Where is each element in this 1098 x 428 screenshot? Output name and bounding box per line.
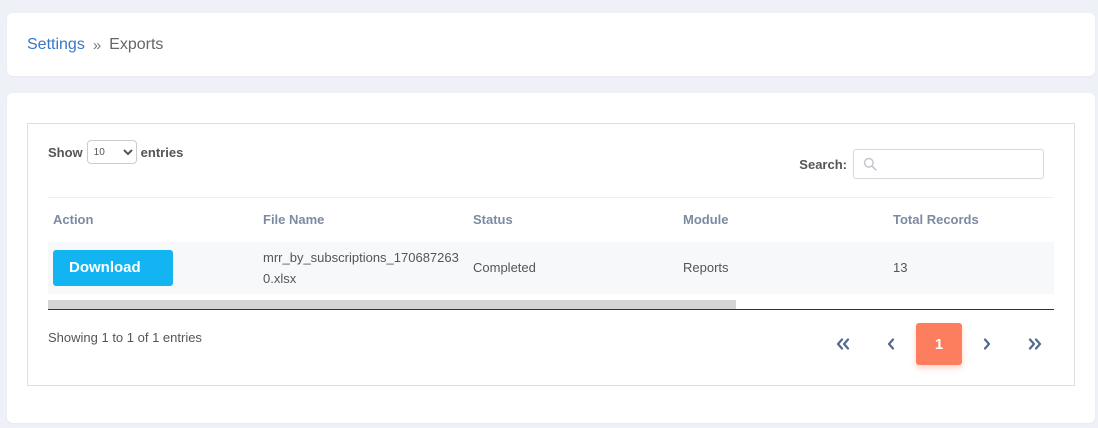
table-bottom-border — [48, 309, 1054, 310]
file-name: mrr_by_subscriptions_1706872630.xlsx — [263, 249, 459, 286]
exports-table: Action File Name Status Module Total Rec… — [48, 197, 1054, 294]
search-label: Search: — [799, 156, 847, 172]
exports-card: Show 10 entries Search: Action File Name… — [7, 93, 1095, 423]
double-chevron-right-icon — [1028, 338, 1042, 350]
status-cell: Completed — [473, 260, 536, 275]
breadcrumb-separator: » — [92, 36, 102, 54]
table-header-row: Action File Name Status Module Total Rec… — [48, 197, 1054, 242]
table-row: Download mrr_by_subscriptions_1706872630… — [48, 241, 1054, 294]
double-chevron-left-icon — [836, 338, 850, 350]
breadcrumb-card: Settings » Exports — [7, 13, 1095, 76]
page-1-button[interactable]: 1 — [916, 323, 962, 365]
search-box — [853, 149, 1044, 179]
exports-table-panel: Show 10 entries Search: Action File Name… — [27, 123, 1075, 386]
previous-page-button[interactable] — [868, 323, 914, 365]
column-header-status[interactable]: Status — [468, 197, 678, 242]
breadcrumb-current: Exports — [109, 36, 164, 53]
first-page-button[interactable] — [820, 323, 866, 365]
scrollbar-thumb[interactable] — [48, 300, 736, 309]
entries-label: entries — [140, 144, 184, 160]
page-length-control: Show 10 entries — [48, 140, 183, 164]
column-header-file-name[interactable]: File Name — [258, 197, 468, 242]
table-info: Showing 1 to 1 of 1 entries — [48, 330, 202, 345]
action-cell: Download — [48, 242, 258, 294]
next-page-button[interactable] — [964, 323, 1010, 365]
horizontal-scrollbar[interactable] — [48, 300, 1054, 310]
total-records-cell: 13 — [893, 260, 908, 275]
chevron-right-icon — [983, 338, 991, 350]
module-cell: Reports — [683, 260, 729, 275]
column-header-total-records[interactable]: Total Records — [888, 197, 1054, 242]
search-icon — [863, 157, 877, 174]
search-input[interactable] — [854, 150, 1043, 178]
column-header-action[interactable]: Action — [48, 197, 258, 242]
file-name-cell: mrr_by_subscriptions_1706872630.xlsx — [258, 242, 468, 294]
search-control: Search: — [799, 149, 1044, 179]
chevron-left-icon — [887, 338, 895, 350]
page-length-select[interactable]: 10 — [86, 140, 137, 164]
last-page-button[interactable] — [1012, 323, 1058, 365]
pagination: 1 — [818, 323, 1058, 365]
column-header-module[interactable]: Module — [678, 197, 888, 242]
download-button[interactable]: Download — [53, 249, 173, 286]
breadcrumb: Settings » Exports — [27, 36, 163, 54]
breadcrumb-settings-link[interactable]: Settings — [27, 36, 85, 54]
show-label: Show — [48, 144, 83, 160]
